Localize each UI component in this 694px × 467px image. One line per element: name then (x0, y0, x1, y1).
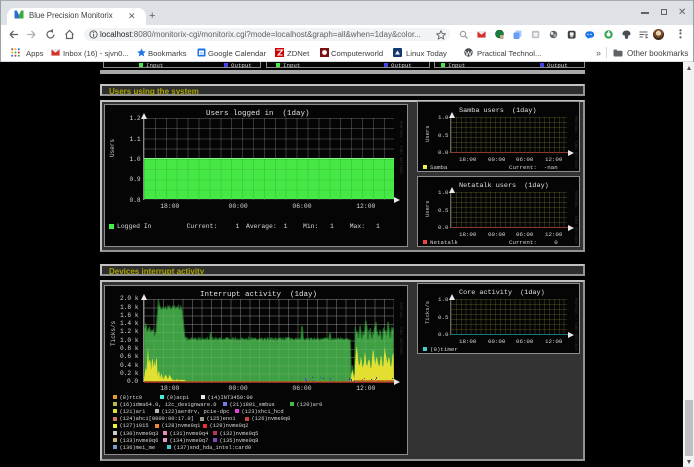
svg-text:31: 31 (200, 50, 205, 55)
